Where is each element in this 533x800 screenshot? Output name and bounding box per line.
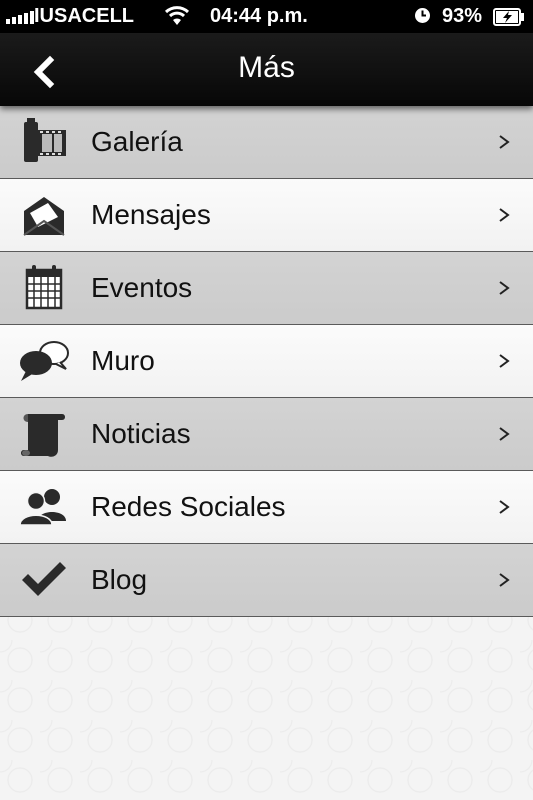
- menu-item-muro[interactable]: Muro: [0, 325, 533, 398]
- people-icon: [19, 489, 66, 526]
- menu-item-label: Noticias: [91, 418, 191, 449]
- battery-charging-icon: [493, 8, 524, 26]
- page-title: Más: [238, 51, 295, 84]
- menu-item-eventos[interactable]: Eventos: [0, 252, 533, 325]
- menu-item-label: Galería: [91, 126, 183, 157]
- chevron-right-icon: [499, 354, 510, 368]
- checkmark-icon: [22, 562, 66, 596]
- menu-item-mensajes[interactable]: Mensajes: [0, 179, 533, 252]
- menu-item-noticias[interactable]: Noticias: [0, 398, 533, 471]
- menu-item-redes-sociales[interactable]: Redes Sociales: [0, 471, 533, 544]
- chevron-right-icon: [499, 573, 510, 587]
- menu-item-label: Eventos: [91, 272, 193, 303]
- status-bar: IUSACELL 04:44 p.m. 93%: [0, 0, 533, 33]
- speech-bubbles-icon: [20, 341, 69, 381]
- chevron-right-icon: [499, 281, 510, 295]
- navigation-bar: Más: [0, 33, 533, 106]
- menu-item-label: Muro: [91, 345, 155, 376]
- wifi-icon: [164, 6, 190, 25]
- clock-icon: [415, 8, 430, 23]
- chevron-right-icon: [499, 427, 510, 441]
- battery-percent: 93%: [442, 5, 483, 27]
- calendar-icon: [25, 265, 63, 310]
- menu-item-label: Blog: [91, 564, 148, 595]
- status-time: 04:44 p.m.: [210, 5, 308, 27]
- scroll-icon: [21, 414, 65, 457]
- signal-icon: [6, 9, 34, 24]
- menu-item-label: Mensajes: [91, 199, 211, 230]
- chevron-right-icon: [499, 208, 510, 222]
- menu-list: Galería Mensajes Eventos Muro Noticias R…: [0, 106, 533, 617]
- menu-item-galeria[interactable]: Galería: [0, 106, 533, 179]
- chevron-right-icon: [499, 135, 510, 149]
- envelope-icon: [23, 197, 65, 236]
- menu-item-label: Redes Sociales: [91, 491, 286, 522]
- film-camera-icon: [24, 118, 66, 162]
- menu-item-blog[interactable]: Blog: [0, 544, 533, 617]
- chevron-right-icon: [499, 500, 510, 514]
- carrier-label: IUSACELL: [34, 5, 134, 27]
